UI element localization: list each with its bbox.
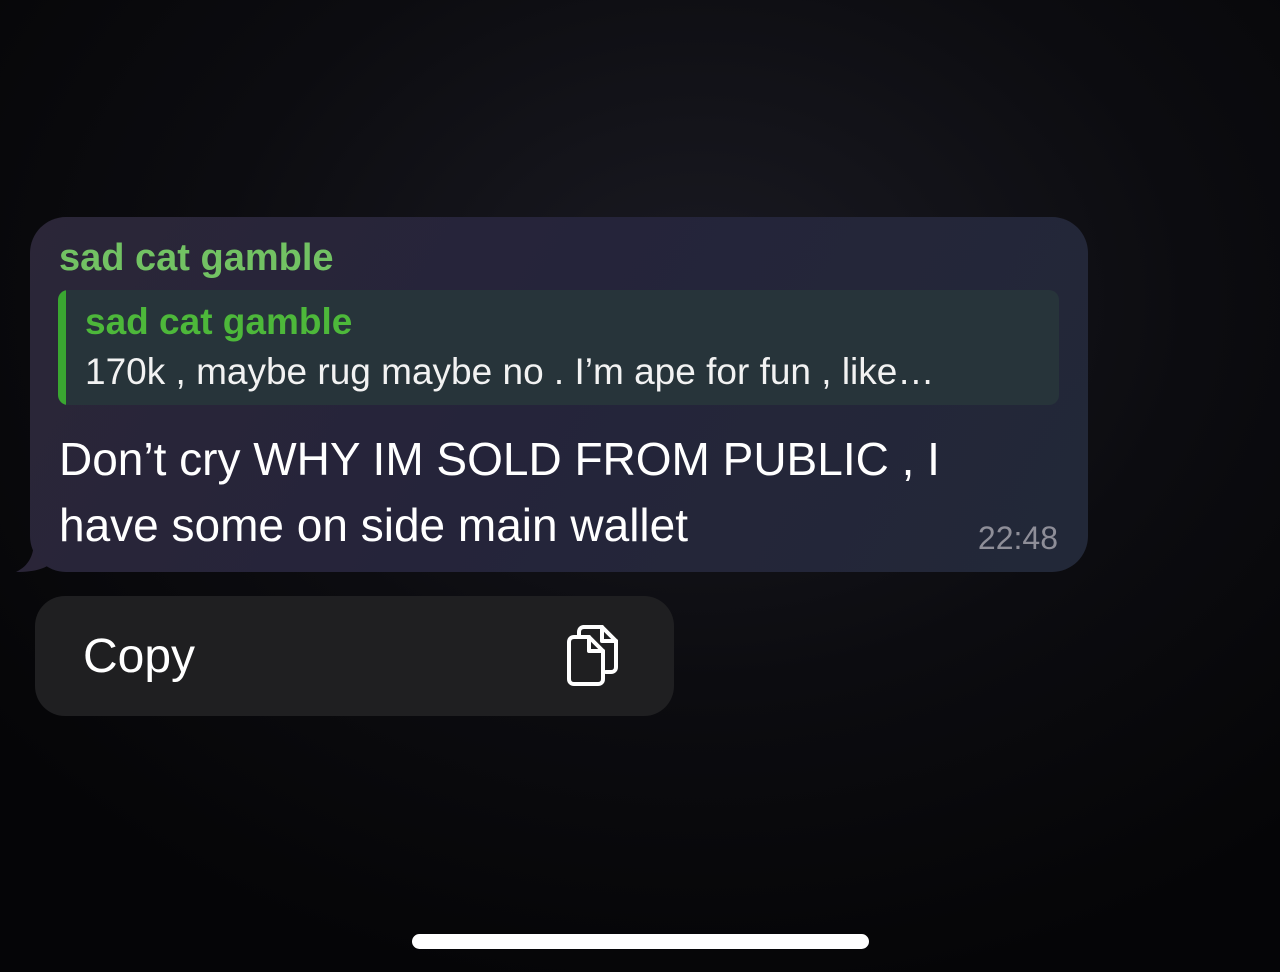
reply-sender-name: sad cat gamble	[85, 301, 353, 342]
context-menu: Copy	[35, 596, 674, 716]
reply-accent-bar	[58, 290, 66, 405]
message-text: Don’t cry WHY IM SOLD FROM PUBLIC , I ha…	[59, 433, 940, 551]
copy-label: Copy	[83, 630, 196, 683]
copy-menu-item[interactable]: Copy	[35, 596, 674, 716]
sender-name: sad cat gamble	[59, 237, 334, 279]
message-timestamp: 22:48	[977, 520, 1058, 556]
copy-icon	[567, 625, 618, 686]
reply-quote[interactable]: sad cat gamble 170k , maybe rug maybe no…	[58, 290, 1059, 405]
message-bubble[interactable]: sad cat gamble sad cat gamble 170k , may…	[30, 217, 1088, 572]
home-indicator[interactable]	[412, 934, 869, 949]
reply-text: 170k , maybe rug maybe no . I’m ape for …	[85, 351, 935, 392]
